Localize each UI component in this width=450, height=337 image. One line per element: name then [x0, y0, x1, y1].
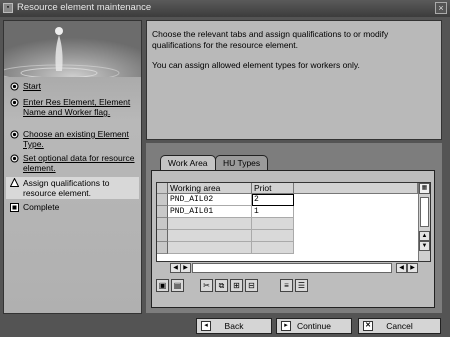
scroll-down-icon[interactable]: ▼	[419, 241, 430, 251]
instruction-note: You can assign allowed element types for…	[152, 60, 360, 70]
row-selector[interactable]	[157, 194, 168, 206]
cancel-button-label: Cancel	[386, 321, 413, 331]
empty-cell[interactable]	[168, 230, 252, 242]
back-button-label: Back	[224, 321, 244, 331]
close-icon[interactable]: ×	[435, 2, 447, 14]
step-set-optional-data[interactable]: Set optional data for resource element.	[6, 153, 139, 173]
empty-cell[interactable]	[168, 242, 252, 254]
sort-descending-icon[interactable]: ☰	[295, 279, 308, 292]
hscroll-track[interactable]	[192, 263, 392, 273]
step-start[interactable]: Start	[6, 81, 139, 91]
triangle-current-icon	[9, 177, 20, 187]
row-selector[interactable]	[157, 218, 168, 230]
scroll-left-icon[interactable]: ◀	[396, 263, 407, 273]
horizontal-scrollbar[interactable]: ◀ ▶ ◀ ▶	[156, 263, 431, 273]
tab-hu-types[interactable]: HU Types	[215, 155, 269, 170]
cell-working-area[interactable]: PND_AIL02	[168, 194, 252, 206]
step-choose-element-type[interactable]: Choose an existing Element Type.	[6, 129, 139, 149]
copy-icon[interactable]: ⧉	[215, 279, 228, 292]
radio-unfilled-icon	[10, 82, 19, 91]
table-settings-icon[interactable]: ▦	[419, 183, 430, 194]
cell-priority[interactable]: 2	[252, 194, 294, 206]
work-area-table: Working area Priot PND_AIL02 2 PND_AIL01…	[156, 182, 431, 262]
square-filled-icon	[10, 203, 19, 212]
wizard-steps-panel: Start Enter Res Element, Element Name an…	[3, 20, 142, 314]
deselect-all-icon[interactable]: ▤	[171, 279, 184, 292]
back-icon: ◂	[201, 321, 211, 331]
select-all-icon[interactable]: ▣	[156, 279, 169, 292]
insert-row-icon[interactable]: ⊞	[230, 279, 243, 292]
row-selector[interactable]	[157, 206, 168, 218]
water-drop-image	[4, 21, 141, 77]
cut-icon[interactable]: ✂	[200, 279, 213, 292]
scroll-thumb[interactable]	[420, 197, 429, 227]
scroll-right-icon[interactable]: ▶	[180, 263, 191, 273]
continue-icon: ▸	[281, 321, 291, 331]
step-complete[interactable]: Complete	[6, 202, 139, 212]
tab-area: Work Area HU Types Working area Priot PN…	[146, 143, 442, 313]
column-header-filler	[294, 183, 418, 194]
instructions-panel: Choose the relevant tabs and assign qual…	[146, 20, 442, 140]
scroll-right-icon[interactable]: ▶	[407, 263, 418, 273]
sort-ascending-icon[interactable]: ≡	[280, 279, 293, 292]
work-area-panel: Working area Priot PND_AIL02 2 PND_AIL01…	[151, 170, 435, 308]
step-label: Choose an existing Element Type.	[23, 129, 129, 149]
window-title: Resource element maintenance	[17, 2, 152, 13]
step-assign-qualifications[interactable]: Assign qualifications to resource elemen…	[6, 177, 139, 199]
step-label: Start	[23, 81, 41, 91]
scroll-up-icon[interactable]: ▲	[419, 231, 430, 241]
back-button[interactable]: ◂ Back	[196, 318, 272, 334]
continue-button[interactable]: ▸ Continue	[276, 318, 352, 334]
radio-unfilled-icon	[10, 98, 19, 107]
row-selector[interactable]	[157, 242, 168, 254]
instruction-text: Choose the relevant tabs and assign qual…	[152, 29, 389, 50]
empty-cell[interactable]	[252, 230, 294, 242]
vertical-scrollbar[interactable]: ▦ ▲ ▼	[418, 183, 430, 261]
tab-work-area[interactable]: Work Area	[160, 155, 216, 171]
window-menu-icon[interactable]: ▪	[3, 3, 13, 13]
step-label: Set optional data for resource element.	[23, 153, 135, 173]
step-enter-res-element[interactable]: Enter Res Element, Element Name and Work…	[6, 97, 139, 117]
cell-priority[interactable]: 1	[252, 206, 294, 218]
title-bar: ▪ Resource element maintenance ×	[0, 0, 450, 17]
row-selector[interactable]	[157, 230, 168, 242]
step-label: Assign qualifications to resource elemen…	[23, 178, 110, 198]
cell-working-area[interactable]: PND_AIL01	[168, 206, 252, 218]
cancel-icon: ✕	[363, 321, 373, 331]
delete-row-icon[interactable]: ⊟	[245, 279, 258, 292]
radio-unfilled-icon	[10, 154, 19, 163]
empty-cell[interactable]	[252, 242, 294, 254]
radio-unfilled-icon	[10, 130, 19, 139]
column-header-working-area[interactable]: Working area	[168, 183, 252, 194]
step-label: Enter Res Element, Element Name and Work…	[23, 97, 131, 117]
cancel-button[interactable]: ✕ Cancel	[358, 318, 441, 334]
step-label: Complete	[23, 202, 60, 212]
select-all-corner[interactable]	[157, 183, 168, 194]
continue-button-label: Continue	[296, 321, 332, 331]
empty-cell[interactable]	[168, 218, 252, 230]
column-header-priority[interactable]: Priot	[252, 183, 294, 194]
empty-cell[interactable]	[252, 218, 294, 230]
